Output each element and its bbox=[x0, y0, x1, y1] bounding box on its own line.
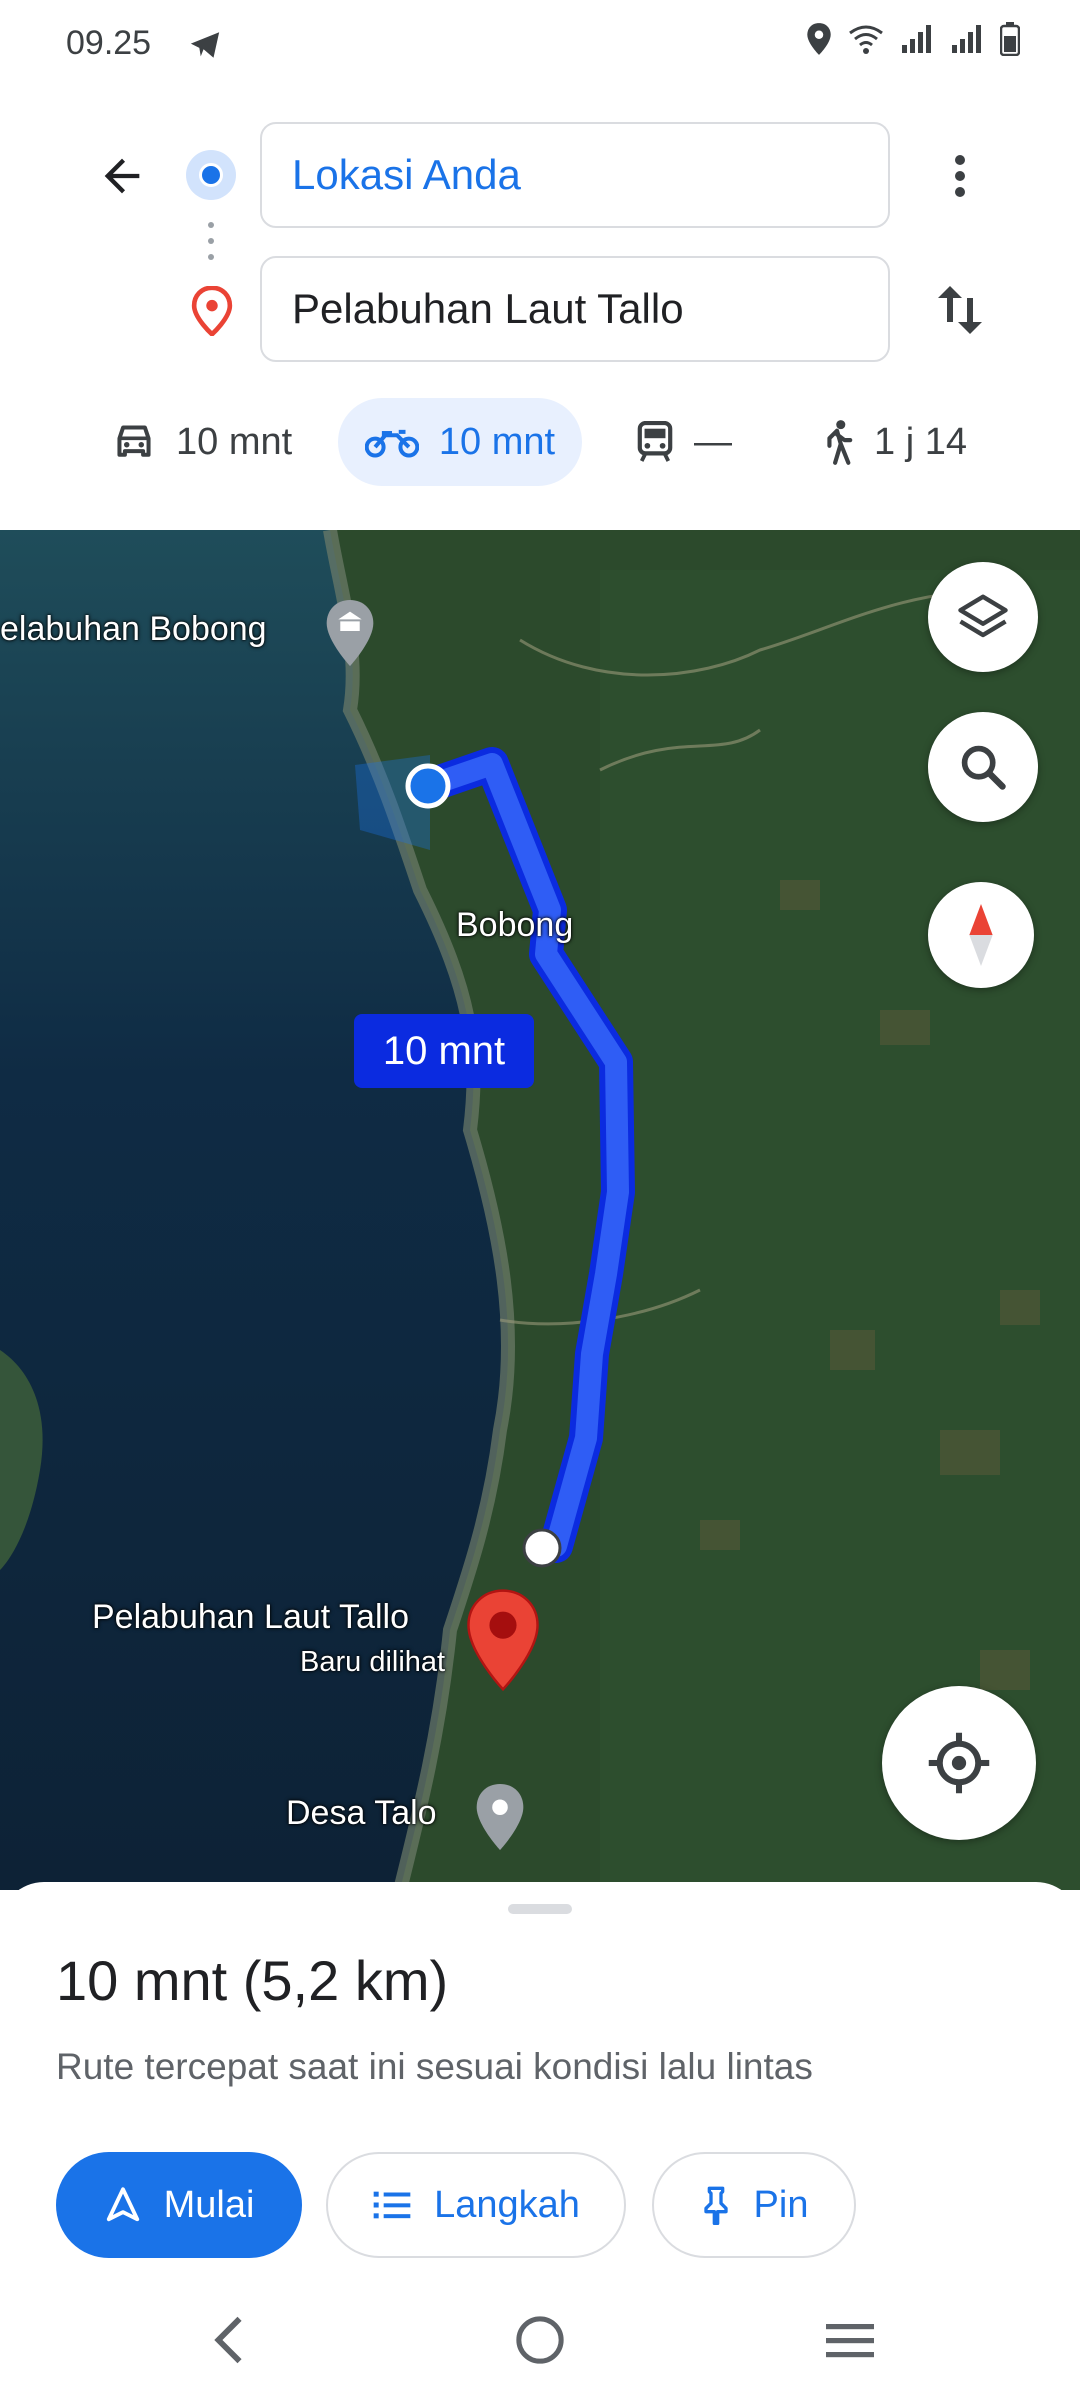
search-along-route-button[interactable] bbox=[928, 712, 1038, 822]
swap-button[interactable] bbox=[926, 274, 994, 346]
pin-button[interactable]: Pin bbox=[652, 2152, 856, 2258]
map-label-bobong: Bobong bbox=[456, 906, 574, 944]
search-icon bbox=[961, 745, 1006, 790]
status-time: 09.25 bbox=[66, 24, 152, 62]
navigation-icon bbox=[106, 2187, 139, 2222]
status-icons bbox=[806, 22, 1020, 56]
steps-label: Langkah bbox=[434, 2183, 580, 2226]
more-vert-icon bbox=[955, 155, 965, 197]
pin-label: Pin bbox=[753, 2183, 809, 2226]
mode-transit-tab[interactable]: — bbox=[636, 398, 732, 486]
list-icon bbox=[373, 2191, 411, 2219]
train-icon bbox=[637, 421, 673, 462]
battery-icon bbox=[1000, 22, 1020, 56]
compass-button[interactable] bbox=[928, 882, 1034, 988]
nav-back-button[interactable] bbox=[178, 2300, 278, 2380]
origin-input[interactable]: Lokasi Anda bbox=[260, 122, 890, 228]
my-location-button[interactable] bbox=[882, 1686, 1036, 1840]
back-button[interactable] bbox=[86, 140, 158, 212]
layers-icon bbox=[958, 594, 1008, 638]
arrow-back-icon bbox=[104, 158, 140, 194]
motorcycle-icon bbox=[364, 429, 419, 458]
mode-motorcycle-tab[interactable]: 10 mnt bbox=[338, 398, 582, 486]
home-circle-icon bbox=[516, 2316, 564, 2364]
sheet-drag-handle[interactable] bbox=[508, 1904, 572, 1914]
signal-icon bbox=[952, 25, 981, 53]
steps-button[interactable]: Langkah bbox=[326, 2152, 626, 2258]
satellite-imagery bbox=[0, 530, 1080, 1890]
walk-icon bbox=[827, 420, 853, 465]
location-status-icon bbox=[807, 23, 831, 55]
wifi-icon bbox=[849, 25, 883, 54]
swap-vert-icon bbox=[938, 286, 982, 334]
map-label-text: elabuhan Bobong bbox=[0, 610, 267, 648]
map-view[interactable]: elabuhan Bobong Bobong 10 mnt Pelabuhan … bbox=[0, 530, 1080, 1890]
layers-button[interactable] bbox=[928, 562, 1038, 672]
mode-transit-label: — bbox=[694, 420, 732, 463]
mode-motorcycle-label: 10 mnt bbox=[438, 420, 556, 463]
pushpin-icon bbox=[703, 2186, 728, 2225]
origin-dot-icon bbox=[186, 150, 236, 200]
route-summary-title: 10 mnt (5,2 km) bbox=[56, 1949, 449, 2012]
car-icon bbox=[117, 425, 151, 457]
dest-map-sublabel: Baru dilihat bbox=[300, 1646, 446, 1678]
signal-icon bbox=[902, 25, 931, 53]
route-time-badge[interactable]: 10 mnt bbox=[354, 1014, 534, 1088]
start-label: Mulai bbox=[163, 2183, 255, 2226]
my-location-icon bbox=[928, 1732, 990, 1794]
mode-walk-tab[interactable]: 1 j 14 bbox=[820, 398, 967, 486]
dest-map-label: Pelabuhan Laut Tallo bbox=[92, 1598, 409, 1636]
compass-icon bbox=[969, 903, 993, 967]
museum-pin-icon bbox=[324, 598, 376, 673]
chevron-left-icon bbox=[214, 2316, 242, 2364]
destination-pin-icon bbox=[190, 285, 234, 338]
place-pin-icon bbox=[474, 1782, 526, 1857]
start-button[interactable]: Mulai bbox=[56, 2152, 302, 2258]
mode-walk-label: 1 j 14 bbox=[874, 420, 967, 463]
menu-icon bbox=[826, 2324, 874, 2358]
map-label-text: Desa Talo bbox=[286, 1794, 437, 1832]
destination-input[interactable]: Pelabuhan Laut Tallo bbox=[260, 256, 890, 362]
nav-recents-button[interactable] bbox=[800, 2300, 900, 2380]
telegram-icon bbox=[188, 28, 222, 67]
mode-car-tab[interactable]: 10 mnt bbox=[112, 398, 292, 486]
mode-car-label: 10 mnt bbox=[176, 420, 293, 463]
nav-home-button[interactable] bbox=[490, 2300, 590, 2380]
more-options-button[interactable] bbox=[930, 140, 990, 212]
route-dots bbox=[208, 222, 214, 270]
route-summary-subtitle: Rute tercepat saat ini sesuai kondisi la… bbox=[56, 2046, 813, 2087]
red-pin-icon bbox=[466, 1588, 540, 1697]
